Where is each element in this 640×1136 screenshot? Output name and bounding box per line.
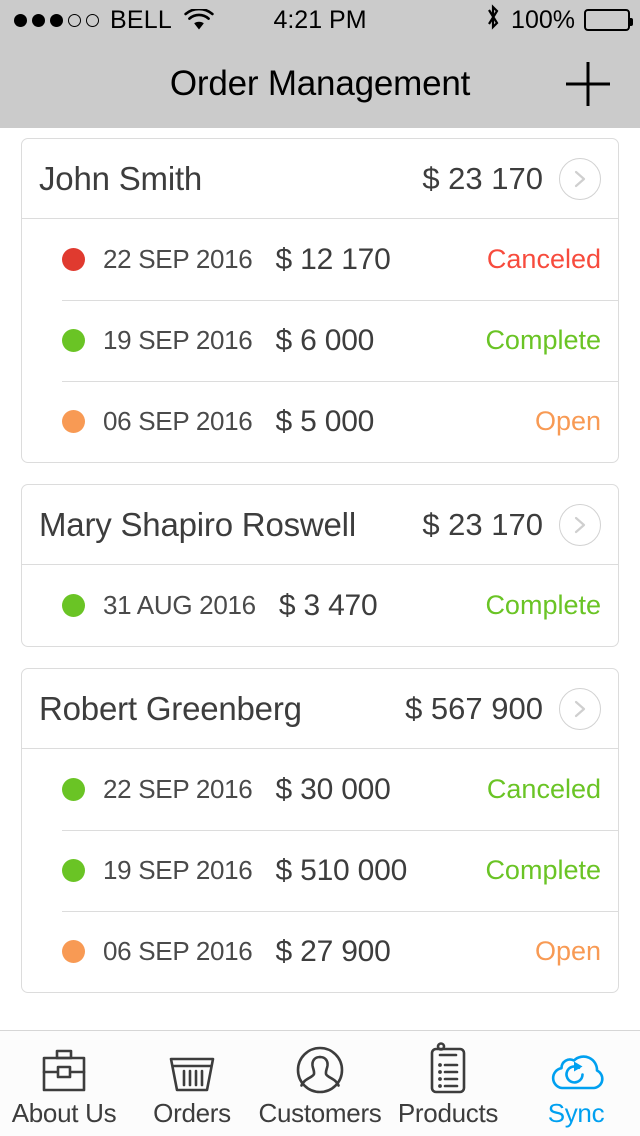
signal-dot	[68, 13, 81, 27]
signal-dot	[50, 13, 63, 27]
customer-card: Mary Shapiro Roswell $ 23 170 31 AUG 2016 $…	[21, 484, 619, 647]
carrier-label: BELL	[110, 5, 172, 34]
cloud-sync-icon	[551, 1055, 604, 1090]
tab-label: Sync	[547, 1098, 605, 1128]
order-amount: $ 30 000	[275, 772, 391, 806]
order-status-dot	[62, 778, 85, 801]
tab-label: Orders	[153, 1098, 231, 1128]
order-status-dot	[62, 248, 85, 271]
tab-label: Products	[397, 1098, 499, 1128]
order-status-label: Open	[534, 406, 601, 436]
chevron-right-icon	[574, 516, 586, 533]
status-bar: BELL 4:21 PM 100%	[0, 0, 640, 40]
order-status-dot	[62, 329, 85, 352]
briefcase-icon	[36, 1044, 92, 1096]
clipboard-list-icon	[430, 1042, 466, 1094]
order-amount: $ 3 470	[278, 588, 378, 622]
page-title: Order Management	[169, 64, 471, 103]
order-amount: $ 27 900	[275, 934, 391, 968]
order-row[interactable]: 06 SEP 2016 $ 5 000 Open	[22, 381, 618, 462]
order-row[interactable]: 19 SEP 2016 $ 6 000 Complete	[22, 300, 618, 381]
order-row[interactable]: 22 SEP 2016 $ 30 000 Canceled	[22, 749, 618, 830]
tab-label: Customers	[258, 1098, 382, 1128]
order-date: 06 SEP 2016	[103, 406, 253, 436]
customer-detail-button[interactable]	[559, 157, 601, 200]
order-row[interactable]: 31 AUG 2016 $ 3 470 Complete	[22, 565, 618, 646]
order-row[interactable]: 19 SEP 2016 $ 510 000 Complete	[22, 830, 618, 911]
order-date: 19 SEP 2016	[103, 325, 253, 355]
order-status-dot	[62, 940, 85, 963]
customer-card-header[interactable]: Mary Shapiro Roswell $ 23 170	[22, 485, 618, 565]
clock-label: 4:21 PM	[273, 5, 367, 34]
tab-bar: About Us Orders Customers Products Sync	[0, 1030, 640, 1136]
order-status-label: Complete	[485, 590, 601, 620]
tab-sync[interactable]: Sync	[512, 1031, 640, 1136]
bluetooth-icon	[484, 3, 502, 38]
signal-dot	[86, 13, 99, 27]
add-order-button[interactable]	[560, 56, 616, 112]
order-amount: $ 5 000	[275, 404, 375, 438]
order-status-dot	[62, 410, 85, 433]
order-date: 19 SEP 2016	[103, 855, 253, 885]
customer-total-amount: $ 567 900	[405, 690, 543, 726]
status-bar-right: 100%	[484, 0, 633, 40]
order-status-dot	[62, 594, 85, 617]
customer-total-amount: $ 23 170	[422, 506, 543, 542]
order-date: 22 SEP 2016	[103, 244, 253, 274]
customer-card-header[interactable]: Robert Greenberg $ 567 900	[22, 669, 618, 749]
chevron-right-icon	[574, 700, 586, 717]
plus-icon	[566, 62, 610, 106]
order-status-dot	[62, 859, 85, 882]
signal-strength-dots	[14, 13, 99, 27]
customer-name: Robert Greenberg	[39, 689, 302, 727]
tab-about-us[interactable]: About Us	[0, 1031, 128, 1136]
order-status-label: Open	[534, 936, 601, 966]
cloud-sync-icon	[546, 1044, 606, 1096]
signal-dot	[32, 13, 45, 27]
customer-card: John Smith $ 23 170 22 SEP 2016 $ 12 170 Can…	[21, 138, 619, 463]
order-row[interactable]: 22 SEP 2016 $ 12 170 Canceled	[22, 219, 618, 300]
tab-orders[interactable]: Orders	[128, 1031, 256, 1136]
person-circle-icon	[296, 1046, 344, 1094]
customer-card-header[interactable]: John Smith $ 23 170	[22, 139, 618, 219]
customer-detail-button[interactable]	[559, 503, 601, 546]
battery-icon	[584, 9, 633, 31]
order-date: 06 SEP 2016	[103, 936, 253, 966]
battery-percent-label: 100%	[511, 5, 575, 34]
customer-name: Mary Shapiro Roswell	[39, 505, 356, 543]
order-date: 22 SEP 2016	[103, 774, 253, 804]
order-status-label: Complete	[485, 855, 601, 885]
customer-card: Robert Greenberg $ 567 900 22 SEP 2016 $ 30…	[21, 668, 619, 993]
tab-products[interactable]: Products	[384, 1031, 512, 1136]
clipboard-list-icon	[420, 1042, 476, 1096]
order-row[interactable]: 06 SEP 2016 $ 27 900 Open	[22, 911, 618, 992]
person-circle-icon	[292, 1044, 348, 1096]
basket-icon	[164, 1044, 220, 1096]
order-amount: $ 6 000	[275, 323, 375, 357]
tab-customers[interactable]: Customers	[256, 1031, 384, 1136]
order-status-label: Canceled	[486, 774, 601, 804]
basket-icon	[169, 1057, 215, 1092]
briefcase-icon	[42, 1049, 86, 1092]
order-date: 31 AUG 2016	[103, 590, 256, 620]
app-root: BELL 4:21 PM 100% Order Management John …	[0, 0, 640, 1136]
chevron-right-icon	[574, 170, 586, 187]
customer-detail-button[interactable]	[559, 687, 601, 730]
tab-label: About Us	[11, 1098, 117, 1128]
order-status-label: Canceled	[486, 244, 601, 274]
order-amount: $ 12 170	[275, 242, 391, 276]
order-status-label: Complete	[485, 325, 601, 355]
wifi-icon	[184, 9, 214, 31]
navigation-bar: Order Management	[0, 40, 640, 128]
status-bar-left: BELL	[0, 6, 214, 35]
customer-name: John Smith	[39, 159, 203, 197]
order-amount: $ 510 000	[275, 853, 408, 887]
customer-total-amount: $ 23 170	[422, 160, 543, 196]
signal-dot	[14, 13, 27, 27]
order-list[interactable]: John Smith $ 23 170 22 SEP 2016 $ 12 170 Can…	[0, 128, 640, 1030]
